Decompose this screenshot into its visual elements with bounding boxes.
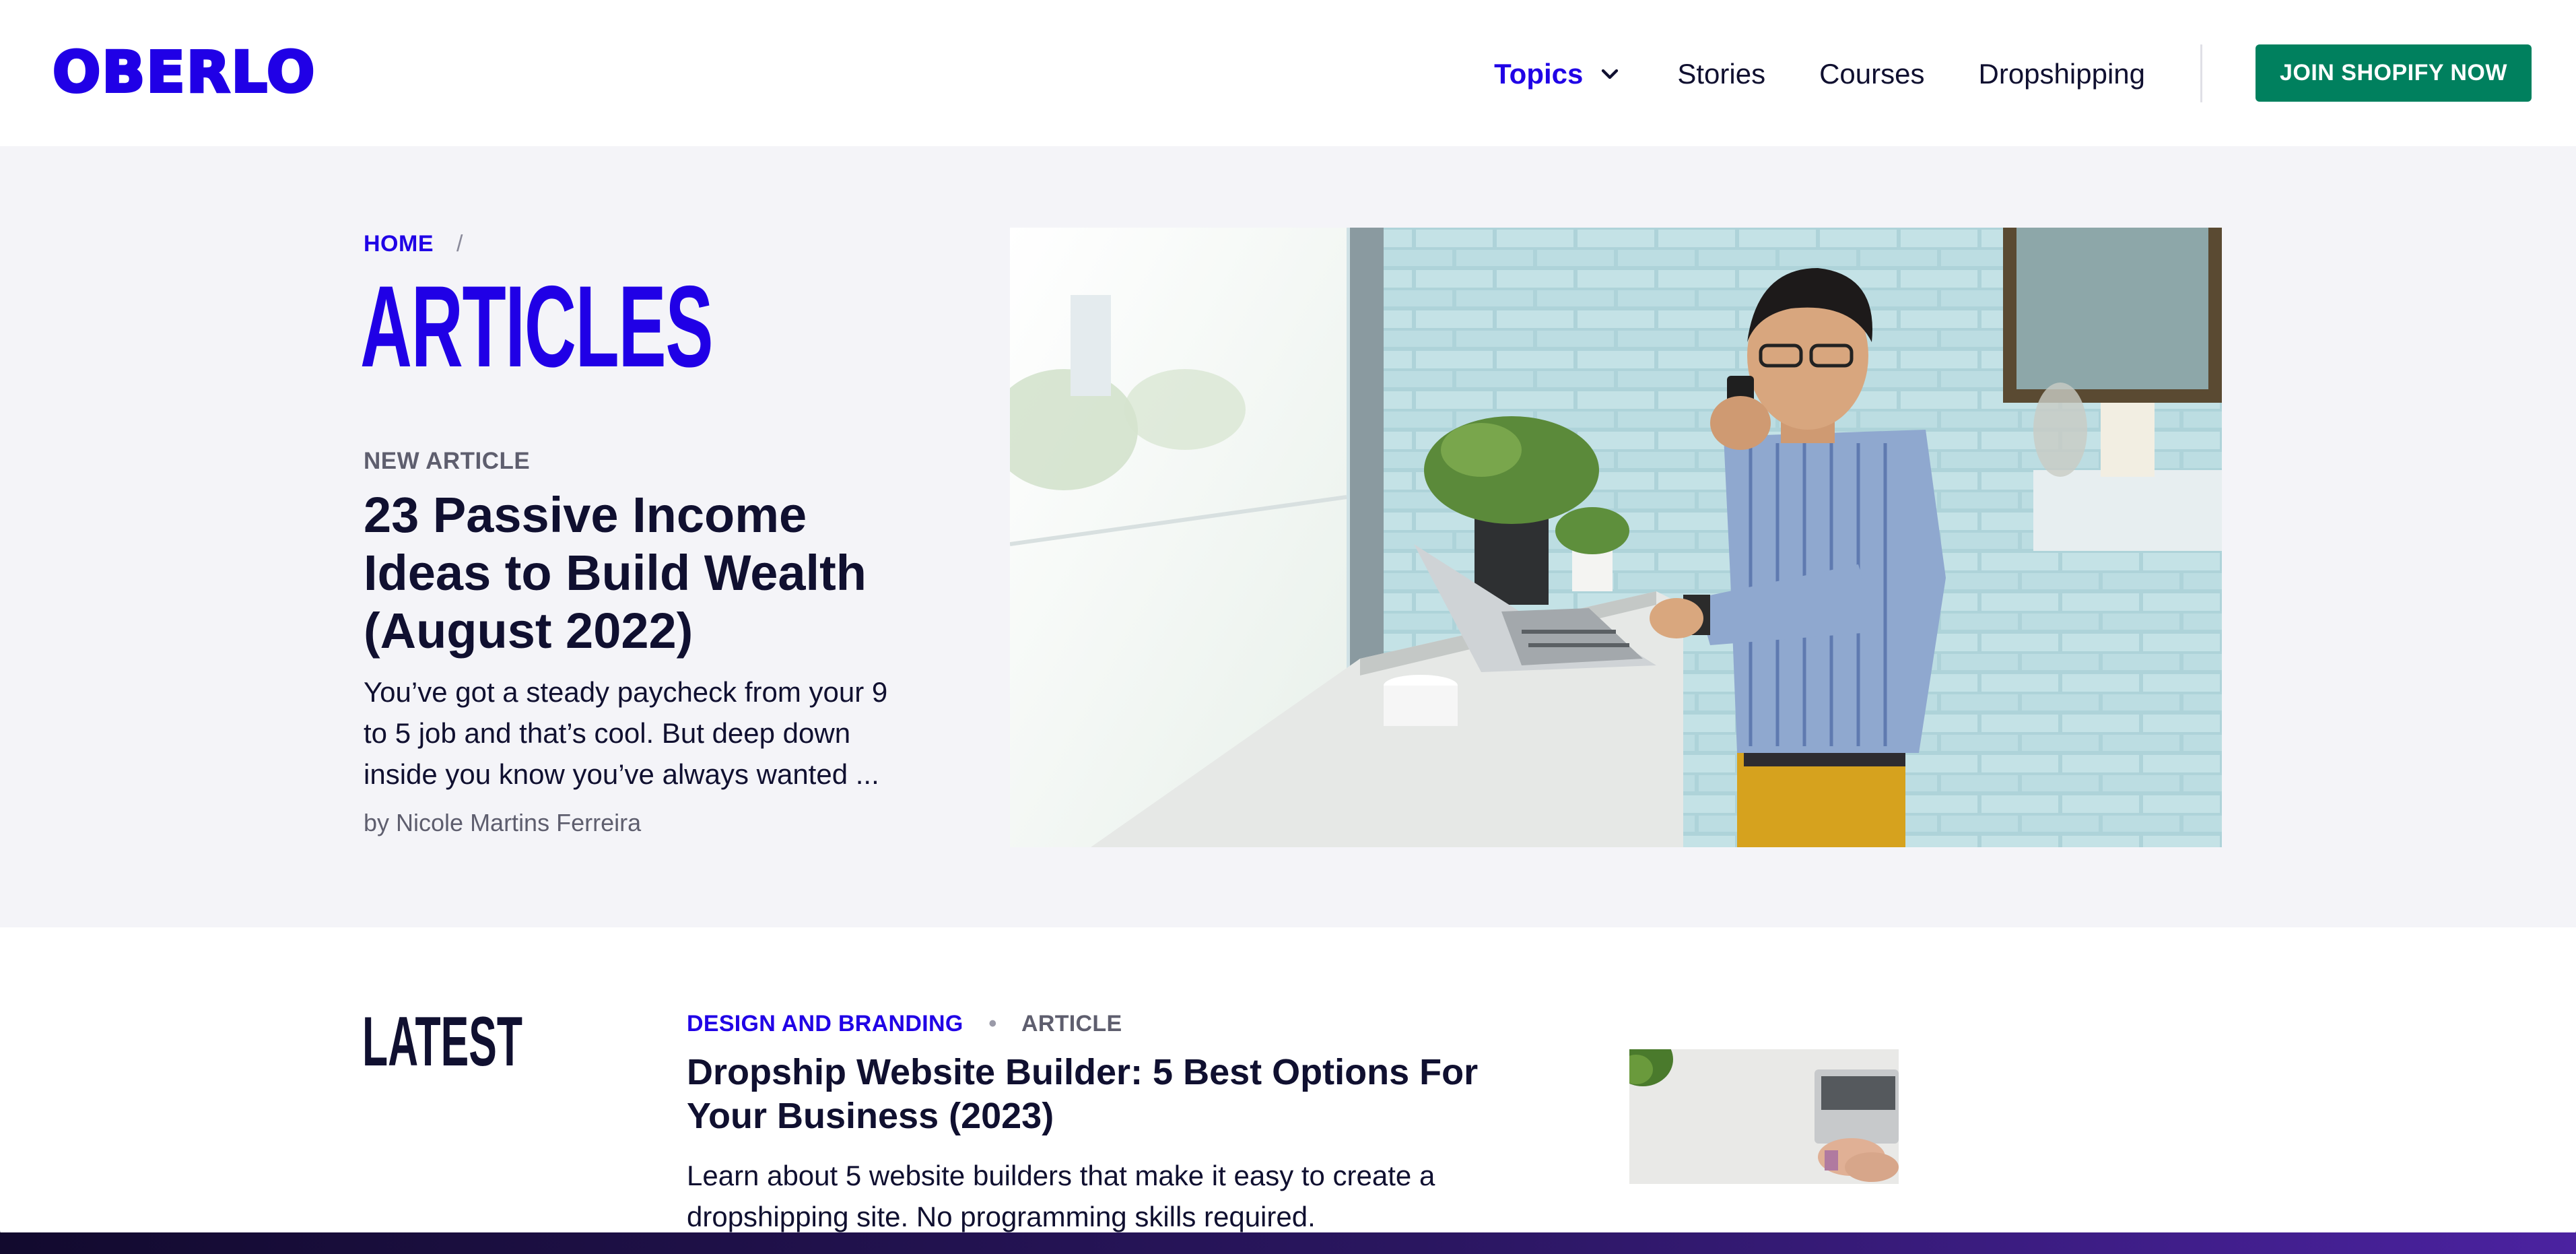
latest-article-thumbnail[interactable] (1629, 1049, 1899, 1184)
nav-topics-label: Topics (1494, 58, 1584, 90)
laptop-desk-photo (1629, 1049, 1899, 1184)
page-title: ARTICLES (360, 262, 714, 391)
featured-article-title[interactable]: 23 Passive Income Ideas to Build Wealth … (364, 486, 916, 660)
nav-topics[interactable]: Topics (1494, 47, 1623, 101)
bottom-gradient-strip (0, 1232, 2576, 1254)
nav-divider (2200, 44, 2202, 102)
latest-heading: LATEST (362, 1003, 523, 1081)
breadcrumb-separator: / (456, 231, 463, 257)
category-link[interactable]: DESIGN AND BRANDING (687, 1011, 963, 1036)
nav-dropshipping[interactable]: Dropshipping (1979, 47, 2146, 101)
latest-article-title[interactable]: Dropship Website Builder: 5 Best Options… (687, 1051, 1562, 1138)
featured-article-image[interactable] (1010, 228, 2222, 847)
latest-article-meta: DESIGN AND BRANDING • ARTICLE (687, 1007, 1122, 1041)
hero-section: HOME / ARTICLES NEW ARTICLE 23 Passive I… (0, 146, 2576, 927)
page: OBERLO Topics Stories Courses Dropshippi… (0, 0, 2576, 1237)
latest-article-excerpt: Learn about 5 website builders that make… (687, 1160, 1435, 1232)
chevron-down-icon (1602, 69, 1619, 79)
man-on-phone-photo (1010, 228, 2222, 847)
breadcrumb: HOME / (364, 227, 463, 261)
meta-dot: • (988, 1011, 997, 1036)
nav-courses[interactable]: Courses (1819, 47, 1924, 101)
new-article-label: NEW ARTICLE (364, 448, 531, 474)
nav-stories[interactable]: Stories (1677, 47, 1765, 101)
join-shopify-button[interactable]: JOIN SHOPIFY NOW (2256, 44, 2532, 102)
oberlo-logo[interactable]: OBERLO (51, 40, 316, 104)
main-nav: Topics Stories Courses Dropshipping (1440, 47, 2145, 101)
site-header: OBERLO Topics Stories Courses Dropshippi… (0, 0, 2576, 146)
breadcrumb-home-link[interactable]: HOME (364, 231, 434, 257)
featured-article-author: by Nicole Martins Ferreira (364, 809, 642, 836)
featured-article-excerpt: You’ve got a steady paycheck from your 9… (364, 676, 888, 790)
article-type-label: ARTICLE (1021, 1011, 1122, 1036)
